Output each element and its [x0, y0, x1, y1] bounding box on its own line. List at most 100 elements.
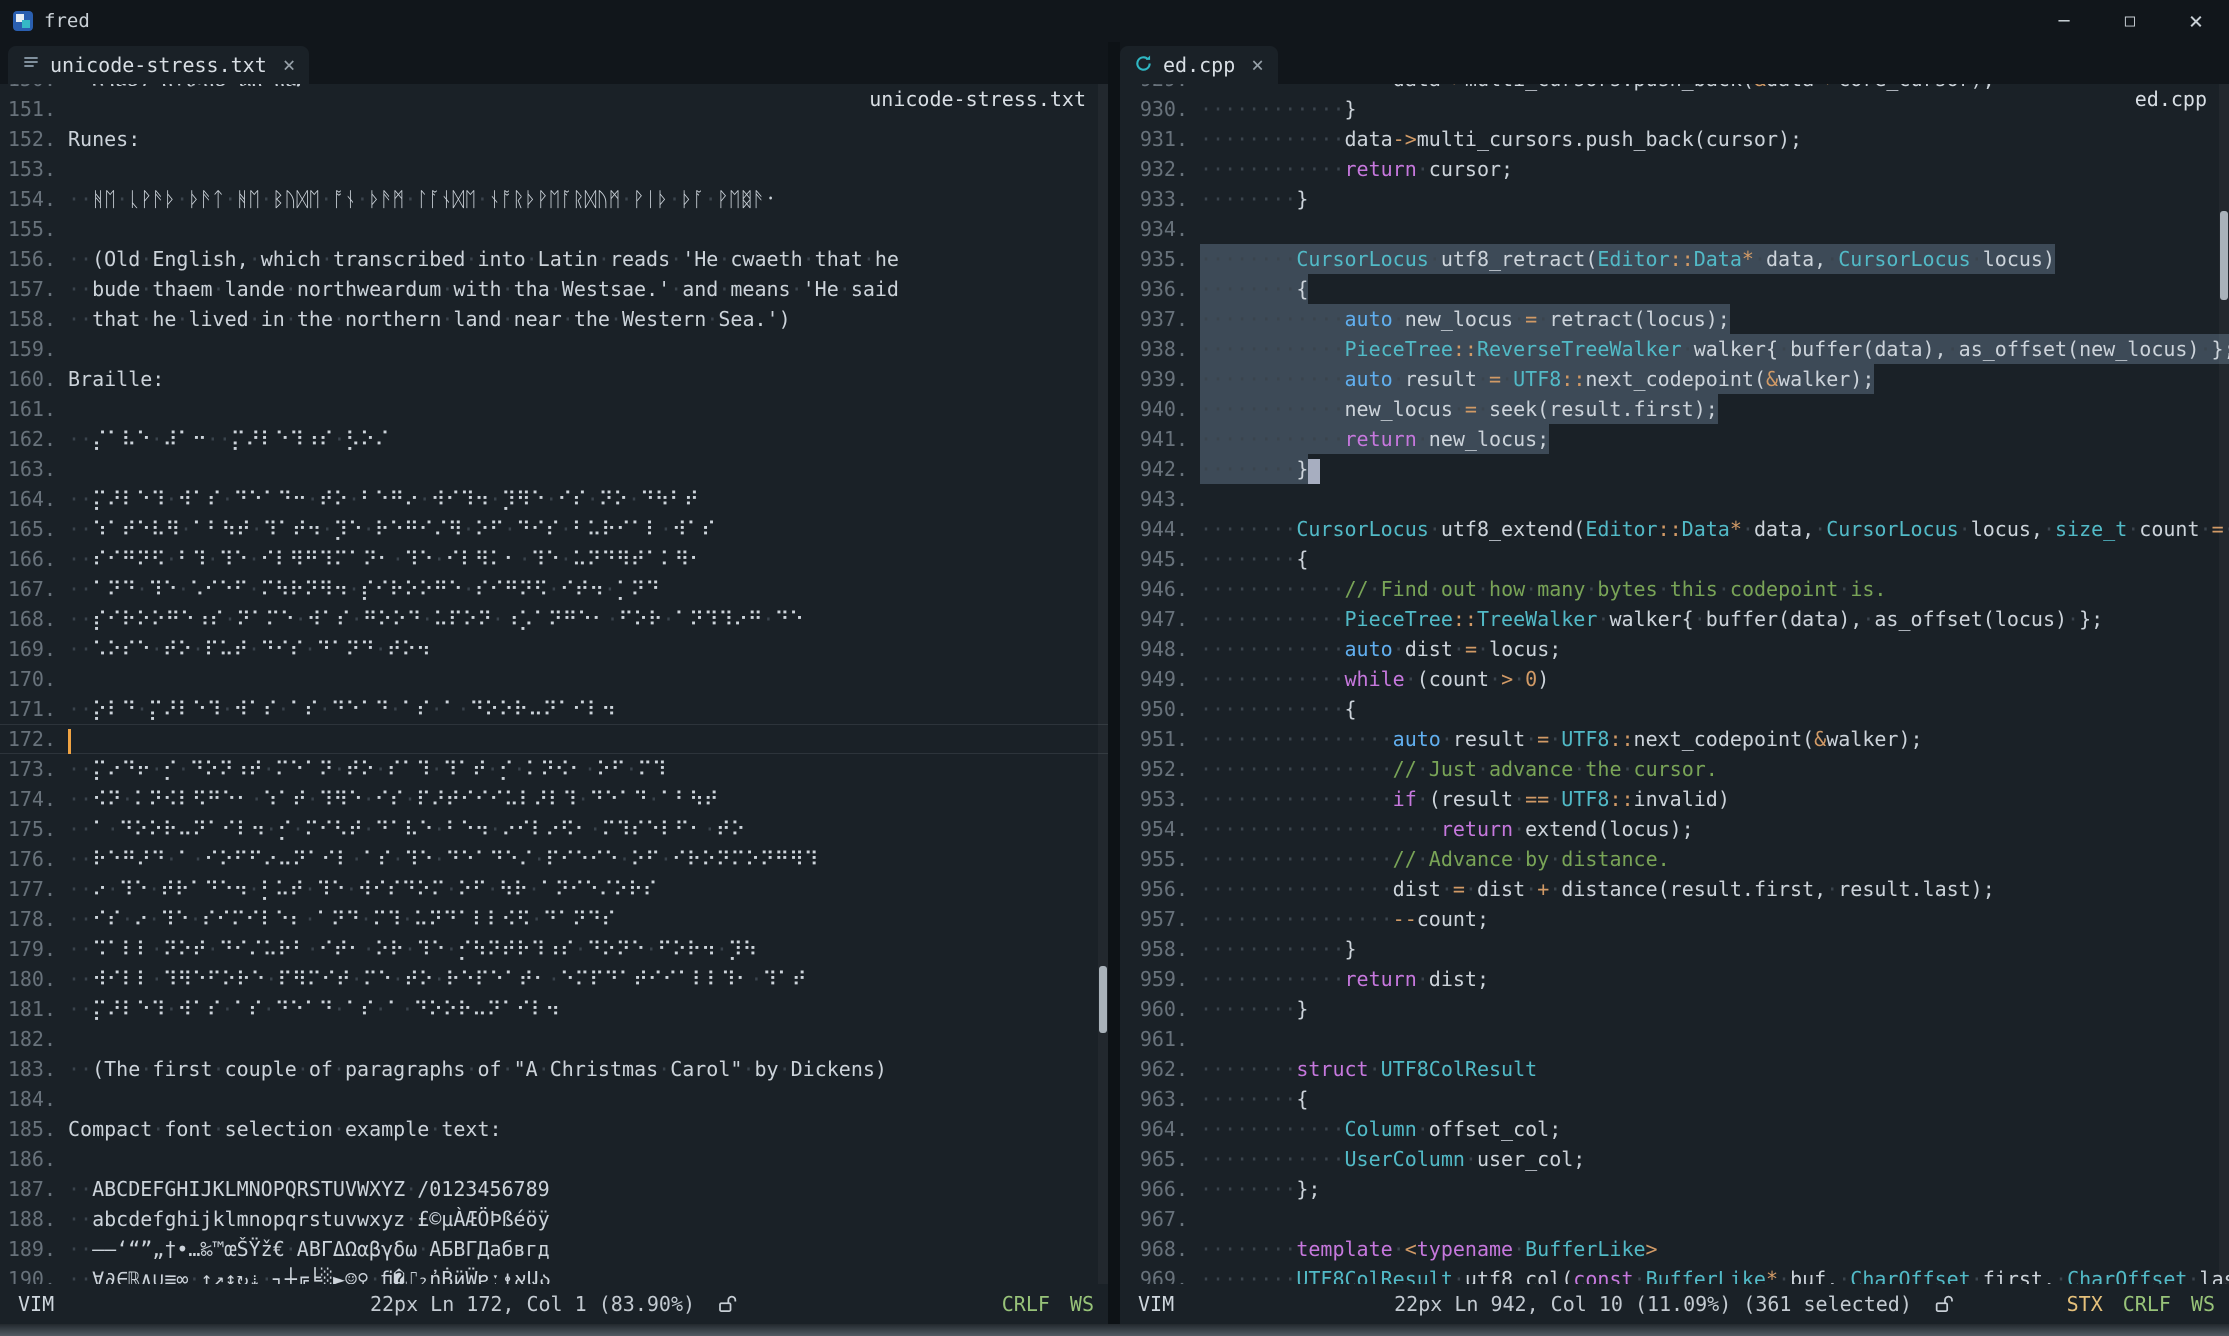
- tab-close-icon[interactable]: ×: [1251, 53, 1264, 77]
- close-button[interactable]: ×: [2163, 0, 2229, 42]
- code-line[interactable]: 941.············return·new_locus;: [1120, 424, 2229, 454]
- code-line[interactable]: 931.············data->multi_cursors.push…: [1120, 124, 2229, 154]
- code-line[interactable]: 965.············UserColumn·user_col;: [1120, 1144, 2229, 1174]
- code-line[interactable]: 158.··that·he·lived·in·the·northern·land…: [0, 304, 1108, 334]
- status-badge-ws[interactable]: WS: [2191, 1284, 2215, 1324]
- code-line[interactable]: 932.············return·cursor;: [1120, 154, 2229, 184]
- pane-divider[interactable]: [1108, 42, 1120, 84]
- code-line[interactable]: 964.············Column·offset_col;: [1120, 1114, 2229, 1144]
- code-line[interactable]: 157.··bude·thaem·lande·northweardum·with…: [0, 274, 1108, 304]
- status-badge-stx[interactable]: STX: [2067, 1284, 2103, 1324]
- pane-divider[interactable]: [1108, 84, 1120, 1284]
- code-line[interactable]: 187.··ABCDEFGHIJKLMNOPQRSTUVWXYZ·/012345…: [0, 1174, 1108, 1204]
- code-line[interactable]: 167.··⠁⠝⠙·⠹⠑·⠡⠊⠑⠋·⠍⠳⠗⠝⠻⠲·⡎⠊⠗⠕⠕⠛⠑·⠎⠊⠛⠝⠫·⠊…: [0, 574, 1108, 604]
- lock-open-icon[interactable]: [717, 1294, 738, 1315]
- code-line[interactable]: 189.··–—‘“”„†•…‰™œŠŸž€·ΑΒΓΔΩαβγδω·АБВГДа…: [0, 1234, 1108, 1264]
- code-line[interactable]: 172.: [0, 724, 1108, 754]
- code-line[interactable]: 952.················//·Just·advance·the·…: [1120, 754, 2229, 784]
- code-line[interactable]: 153.: [0, 154, 1108, 184]
- code-line[interactable]: 948.············auto·dist·=·locus;: [1120, 634, 2229, 664]
- code-line[interactable]: 968.········template·<typename·BufferLik…: [1120, 1234, 2229, 1264]
- code-line[interactable]: 179.··⠩⠁⠇⠇·⠝⠕⠞·⠙⠊⠌⠥⠗⠃·⠊⠞⠂·⠕⠗·⠹⠑·⡊⠳⠝⠞⠗⠹⠰⠎…: [0, 934, 1108, 964]
- status-badge-crlf[interactable]: CRLF: [2123, 1284, 2171, 1324]
- code-line[interactable]: 955.················//·Advance·by·distan…: [1120, 844, 2229, 874]
- code-line[interactable]: 963.········{: [1120, 1084, 2229, 1114]
- code-line[interactable]: 945.········{: [1120, 544, 2229, 574]
- code-line[interactable]: 190.··∀∂∈ℝ∧∪≡∞·↑↗↨↻⇣·┐┼╔╘░►☺♀·ﬁ�⑀₂ἠḂӥẄɐː…: [0, 1264, 1108, 1284]
- tab-ed-cpp[interactable]: ed.cpp ×: [1120, 46, 1278, 84]
- code-line[interactable]: 181.··⡍⠜⠇⠑⠹·⠺⠁⠎·⠁⠎·⠙⠑⠁⠙·⠁⠎·⠁·⠙⠕⠕⠗⠤⠝⠁⠊⠇⠲: [0, 994, 1108, 1024]
- code-line[interactable]: 953.················if·(result·==·UTF8::…: [1120, 784, 2229, 814]
- code-line[interactable]: 163.: [0, 454, 1108, 484]
- code-line[interactable]: 180.··⠺⠊⠇⠇·⠹⠻⠑⠋⠕⠗⠑·⠏⠻⠍⠊⠞·⠍⠑·⠞⠕·⠗⠑⠏⠑⠁⠞⠂·⠑…: [0, 964, 1108, 994]
- code-line[interactable]: 950.············{: [1120, 694, 2229, 724]
- code-line[interactable]: 958.············}: [1120, 934, 2229, 964]
- code-line[interactable]: 175.··⠁·⠙⠕⠕⠗⠤⠝⠁⠊⠇⠲·⡊·⠍⠊⠣⠞·⠙⠁⠧⠑·⠃⠑⠲·⠔⠊⠇⠔⠫…: [0, 814, 1108, 844]
- code-line[interactable]: 966.········};: [1120, 1174, 2229, 1204]
- scrollbar-thumb[interactable]: [1099, 966, 1107, 1033]
- code-line[interactable]: 155.: [0, 214, 1108, 244]
- code-line[interactable]: 937.············auto·new_locus·=·retract…: [1120, 304, 2229, 334]
- code-line[interactable]: 930.············}: [1120, 94, 2229, 124]
- code-line[interactable]: 949.············while·(count·>·0): [1120, 664, 2229, 694]
- code-line[interactable]: 154.··ᚻᛖ·ᚳᚹᚫᚦ·ᚦᚫᛏ·ᚻᛖ·ᛒᚢᛞᛖ·ᚩᚾ·ᚦᚫᛗ·ᛚᚪᚾᛞᛖ·ᚾ…: [0, 184, 1108, 214]
- status-badge-crlf[interactable]: CRLF: [1002, 1284, 1050, 1324]
- code-line[interactable]: 962.········struct·UTF8ColResult: [1120, 1054, 2229, 1084]
- code-line[interactable]: 939.············auto·result·=·UTF8::next…: [1120, 364, 2229, 394]
- code-line[interactable]: 933.········}: [1120, 184, 2229, 214]
- code-line[interactable]: 947.············PieceTree::TreeWalker·wa…: [1120, 604, 2229, 634]
- code-line[interactable]: 969.········UTF8ColResult·utf8_col(const…: [1120, 1264, 2229, 1284]
- scrollbar-track[interactable]: [1098, 84, 1108, 1284]
- tab-unicode-stress-txt[interactable]: unicode-stress.txt ×: [8, 46, 309, 84]
- code-line[interactable]: 940.············new_locus·=·seek(result.…: [1120, 394, 2229, 424]
- lock-open-icon[interactable]: [1934, 1294, 1955, 1315]
- status-badge-ws[interactable]: WS: [1070, 1284, 1094, 1324]
- code-line[interactable]: 178.··⠊⠎·⠔·⠹⠑·⠎⠊⠍⠊⠇⠑⠆·⠁⠝⠙·⠍⠹·⠥⠝⠙⠁⠇⠇⠪⠫·⠙⠁…: [0, 904, 1108, 934]
- code-line[interactable]: 182.: [0, 1024, 1108, 1054]
- code-line[interactable]: 184.: [0, 1084, 1108, 1114]
- code-line[interactable]: 152.Runes:: [0, 124, 1108, 154]
- code-line[interactable]: 162.··⡌⠁⠧⠑·⠼⠁⠒··⡍⠜⠇⠑⠹⠰⠎·⡣⠕⠌: [0, 424, 1108, 454]
- code-line[interactable]: 170.: [0, 664, 1108, 694]
- code-line[interactable]: 929.················data->multi_cursors.…: [1120, 84, 2229, 94]
- code-line[interactable]: 165.··⠱⠁⠞⠑⠧⠻·⠁⠃⠳⠞·⠹⠁⠞⠲·⡹⠑·⠗⠑⠛⠊⠌⠻·⠕⠋·⠙⠊⠎·…: [0, 514, 1108, 544]
- code-line[interactable]: 188.··abcdefghijklmnopqrstuvwxyz·£©µÀÆÖÞ…: [0, 1204, 1108, 1234]
- code-line[interactable]: 959.············return·dist;: [1120, 964, 2229, 994]
- code-line[interactable]: 944.········CursorLocus·utf8_extend(Edit…: [1120, 514, 2229, 544]
- code-line[interactable]: 934.: [1120, 214, 2229, 244]
- code-line[interactable]: 967.: [1120, 1204, 2229, 1234]
- code-line[interactable]: 173.··⡍⠔⠙⠖·⡊·⠙⠕⠝⠰⠞·⠍⠑⠁⠝·⠞⠕·⠎⠁⠹·⠹⠁⠞·⡊·⠅⠝⠪…: [0, 754, 1108, 784]
- code-line[interactable]: 164.··⡍⠜⠇⠑⠹·⠺⠁⠎·⠙⠑⠁⠙⠒·⠞⠕·⠃⠑⠛⠔·⠺⠊⠹⠲·⡹⠻⠑·⠊…: [0, 484, 1108, 514]
- code-line[interactable]: 943.: [1120, 484, 2229, 514]
- code-line[interactable]: 168.··⡎⠊⠗⠕⠕⠛⠑⠰⠎·⠝⠁⠍⠑·⠺⠁⠎·⠛⠕⠕⠙·⠥⠏⠕⠝·⠰⡡⠁⠝⠛…: [0, 604, 1108, 634]
- editor-pane-left[interactable]: 150.··እግርህን·በፍራሽህ·ልክ·ዘርጋ።151.152.Runes:1…: [0, 84, 1108, 1284]
- code-line[interactable]: 169.··⠡⠕⠎⠑·⠞⠕·⠏⠥⠞·⠙⠊⠎·⠙⠁⠝⠙·⠞⠕⠲: [0, 634, 1108, 664]
- tab-close-icon[interactable]: ×: [283, 53, 296, 77]
- scrollbar-thumb[interactable]: [2220, 211, 2228, 300]
- code-line[interactable]: 161.: [0, 394, 1108, 424]
- code-line[interactable]: 935.········CursorLocus·utf8_retract(Edi…: [1120, 244, 2229, 274]
- code-line[interactable]: 186.: [0, 1144, 1108, 1174]
- code-line[interactable]: 185.Compact·font·selection·example·text:: [0, 1114, 1108, 1144]
- code-line[interactable]: 954.····················return·extend(lo…: [1120, 814, 2229, 844]
- scrollbar-track[interactable]: [2219, 84, 2229, 1284]
- code-line[interactable]: 956.················dist·=·dist·+·distan…: [1120, 874, 2229, 904]
- code-line[interactable]: 936.········{: [1120, 274, 2229, 304]
- editor-pane-right[interactable]: 929.················data->multi_cursors.…: [1120, 84, 2229, 1284]
- code-line[interactable]: 961.: [1120, 1024, 2229, 1054]
- minimize-button[interactable]: ─: [2031, 0, 2097, 42]
- code-line[interactable]: 176.··⠗⠑⠛⠜⠙·⠁·⠊⠕⠋⠋⠔⠤⠝⠁⠊⠇·⠁⠎·⠹⠑·⠙⠑⠁⠙⠑⠌·⠏⠊…: [0, 844, 1108, 874]
- code-line[interactable]: 160.Braille:: [0, 364, 1108, 394]
- code-line[interactable]: 159.: [0, 334, 1108, 364]
- code-line[interactable]: 951.················auto·result·=·UTF8::…: [1120, 724, 2229, 754]
- code-line[interactable]: 938.············PieceTree::ReverseTreeWa…: [1120, 334, 2229, 364]
- code-line[interactable]: 171.··⡕⠇⠙·⡍⠜⠇⠑⠹·⠺⠁⠎·⠁⠎·⠙⠑⠁⠙·⠁⠎·⠁·⠙⠕⠕⠗⠤⠝⠁…: [0, 694, 1108, 724]
- code-line[interactable]: 174.··⠪⠝·⠅⠝⠪⠇⠫⠛⠑⠂·⠱⠁⠞·⠹⠻⠑·⠊⠎·⠏⠜⠞⠊⠊⠊⠥⠇⠜⠇⠹…: [0, 784, 1108, 814]
- code-line[interactable]: 183.··(The·first·couple·of·paragraphs·of…: [0, 1054, 1108, 1084]
- maximize-button[interactable]: □: [2097, 0, 2163, 42]
- code-line[interactable]: 156.··(Old·English,·which·transcribed·in…: [0, 244, 1108, 274]
- code-line[interactable]: 166.··⠎⠊⠛⠝⠫·⠃⠹·⠹⠑·⠊⠇⠻⠛⠹⠍⠁⠝⠂·⠹⠑·⠊⠇⠻⠅⠂·⠹⠑·…: [0, 544, 1108, 574]
- code-line[interactable]: 942.········}: [1120, 454, 2229, 484]
- code-line[interactable]: 177.··⠔·⠹⠑·⠞⠗⠁⠙⠑⠲·⡃⠥⠞·⠹⠑·⠺⠊⠎⠙⠕⠍·⠕⠋·⠳⠗·⠁⠝…: [0, 874, 1108, 904]
- code-line[interactable]: 960.········}: [1120, 994, 2229, 1024]
